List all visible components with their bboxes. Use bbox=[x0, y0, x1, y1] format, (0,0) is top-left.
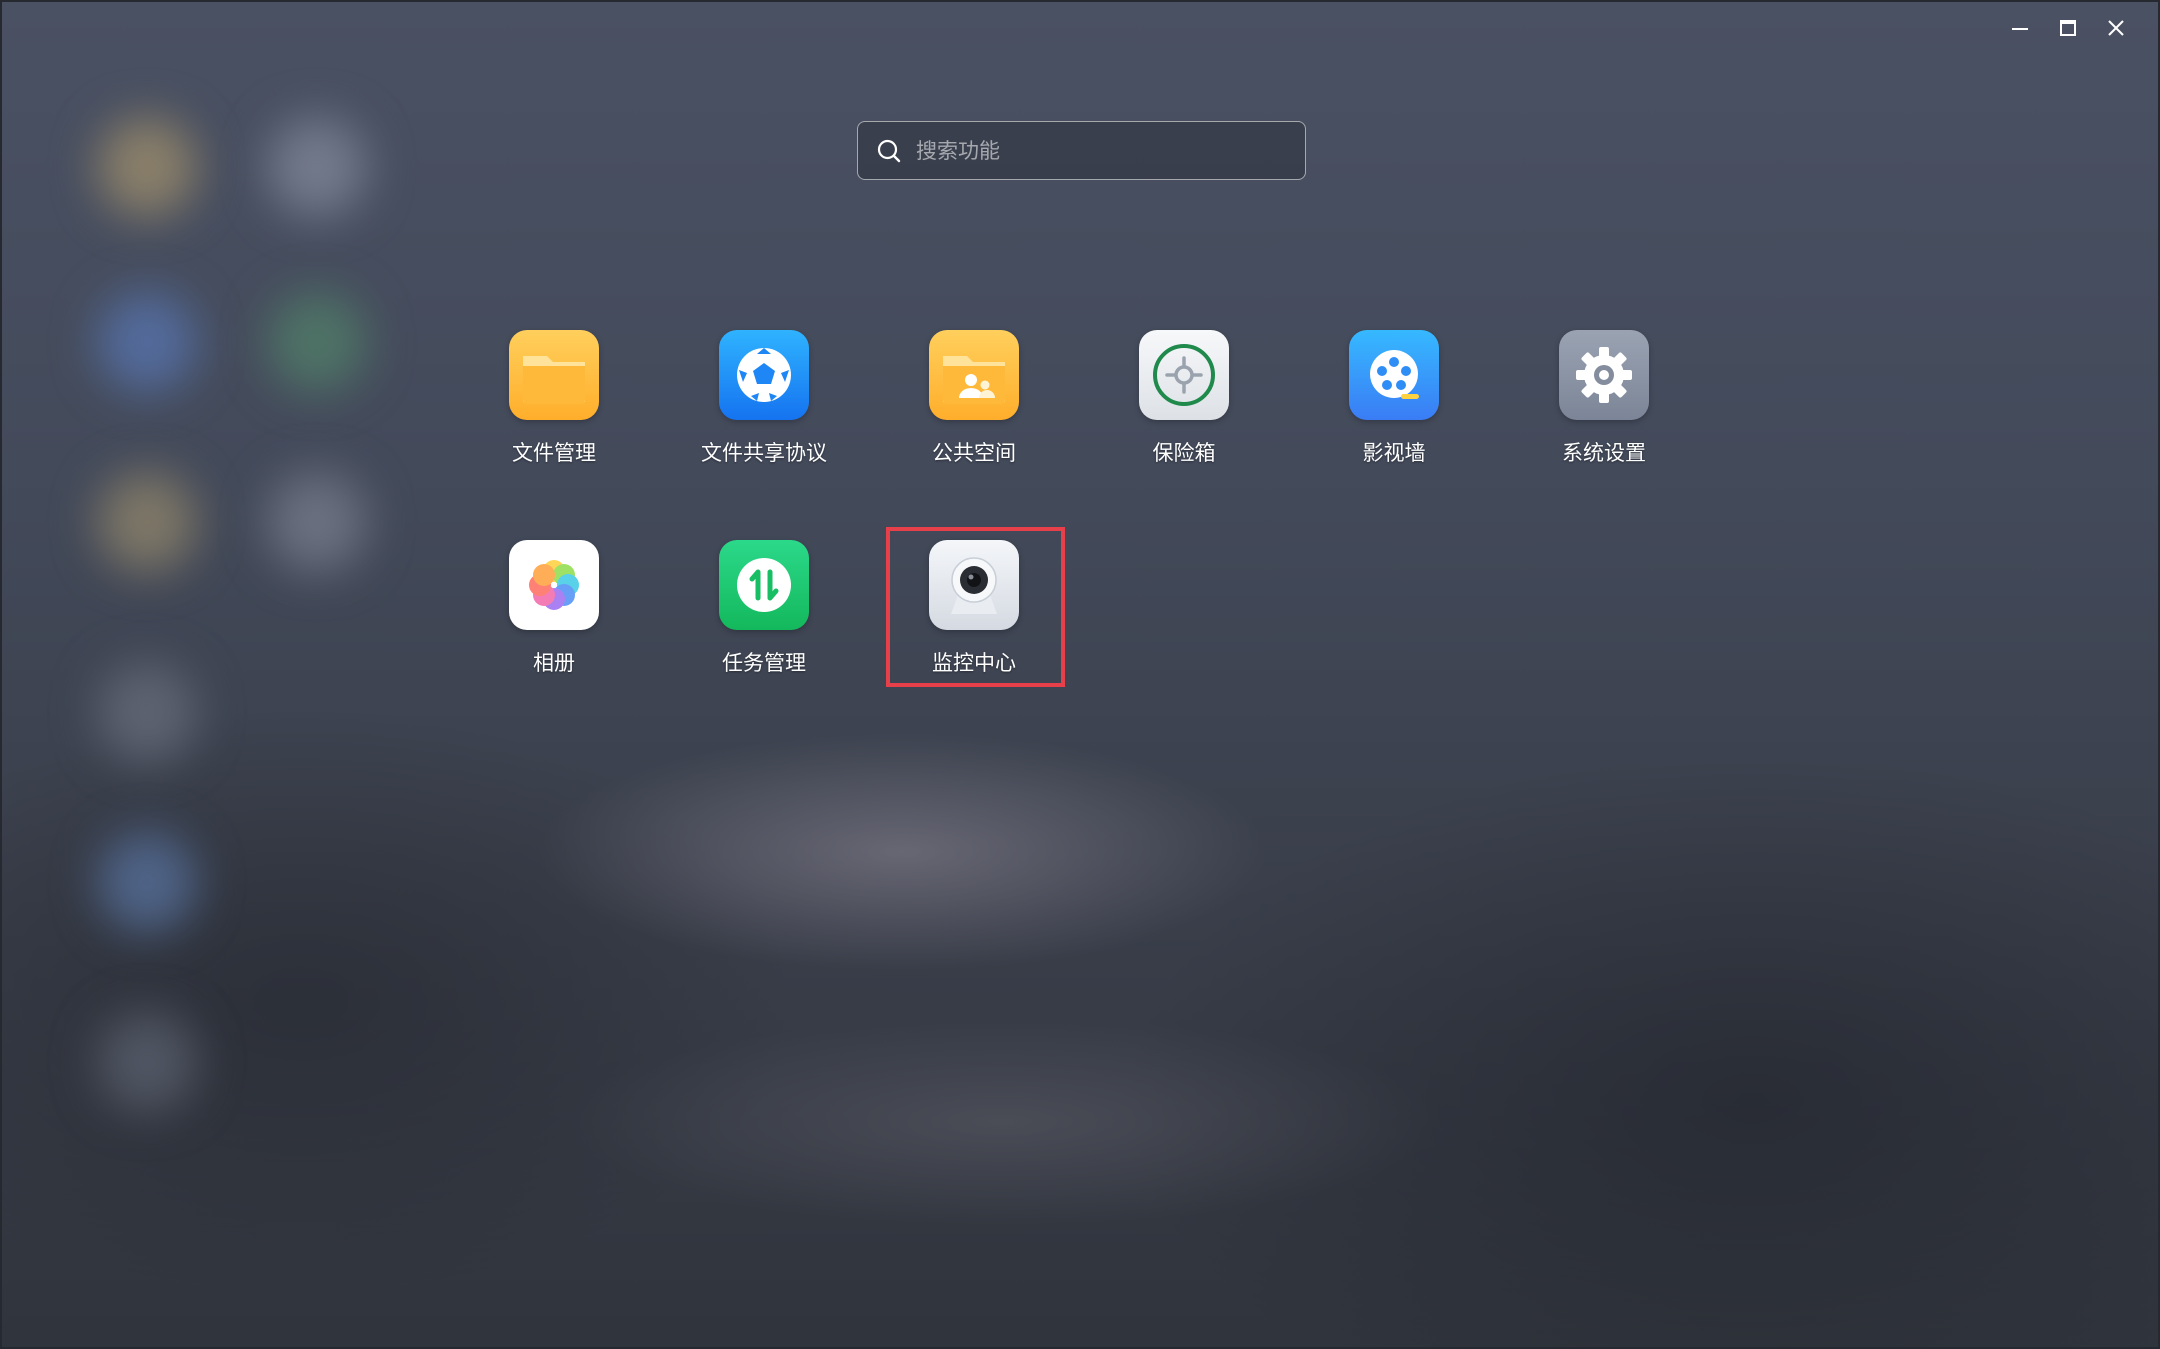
blurred-desktop-icon bbox=[97, 662, 197, 762]
app-photos[interactable]: 相册 bbox=[469, 540, 639, 676]
close-icon bbox=[2108, 20, 2124, 36]
app-system-settings[interactable]: 系统设置 bbox=[1519, 330, 1689, 466]
maximize-button[interactable] bbox=[2048, 12, 2088, 44]
minimize-icon bbox=[2012, 28, 2028, 30]
photos-flower-icon bbox=[509, 540, 599, 630]
blurred-desktop-icon bbox=[267, 117, 367, 217]
close-button[interactable] bbox=[2096, 12, 2136, 44]
app-task-manager[interactable]: 任务管理 bbox=[679, 540, 849, 676]
blurred-desktop-icon bbox=[267, 292, 367, 392]
app-label: 系统设置 bbox=[1562, 441, 1646, 465]
app-label: 文件共享协议 bbox=[701, 441, 827, 465]
blurred-desktop-icon bbox=[97, 472, 197, 572]
search-box[interactable] bbox=[857, 121, 1306, 180]
app-public-space[interactable]: 公共空间 bbox=[889, 330, 1059, 466]
blurred-desktop-icon bbox=[97, 832, 197, 932]
blurred-desktop-icon bbox=[267, 472, 367, 572]
app-label: 文件管理 bbox=[512, 441, 596, 465]
shared-folder-icon bbox=[929, 330, 1019, 420]
app-monitoring-center[interactable]: 监控中心 bbox=[889, 540, 1059, 676]
app-label: 公共空间 bbox=[932, 441, 1016, 465]
gear-icon bbox=[1559, 330, 1649, 420]
camera-icon bbox=[929, 540, 1019, 630]
app-label: 保险箱 bbox=[1152, 441, 1216, 465]
app-file-manager[interactable]: 文件管理 bbox=[469, 330, 639, 466]
folder-icon bbox=[509, 330, 599, 420]
search-icon bbox=[876, 138, 902, 164]
app-file-sharing-protocol[interactable]: 文件共享协议 bbox=[679, 330, 849, 466]
app-label: 相册 bbox=[533, 651, 575, 675]
blurred-desktop-icon bbox=[97, 1012, 197, 1112]
search-input[interactable] bbox=[916, 122, 1305, 179]
blurred-desktop-icon bbox=[97, 292, 197, 392]
app-label: 监控中心 bbox=[932, 651, 1016, 675]
app-label: 任务管理 bbox=[722, 651, 806, 675]
minimize-button[interactable] bbox=[2000, 12, 2040, 44]
blurred-desktop-icon bbox=[97, 117, 197, 217]
app-video-wall[interactable]: 影视墙 bbox=[1309, 330, 1479, 466]
film-reel-icon bbox=[1349, 330, 1439, 420]
transfer-arrows-icon bbox=[719, 540, 809, 630]
app-label: 影视墙 bbox=[1362, 441, 1426, 465]
maximize-icon bbox=[2060, 20, 2076, 36]
app-launcher-window: 文件管理 文件共享协议 公 bbox=[0, 0, 2160, 1349]
window-controls bbox=[2000, 12, 2136, 44]
app-safe[interactable]: 保险箱 bbox=[1099, 330, 1269, 466]
share-protocol-icon bbox=[719, 330, 809, 420]
safe-icon bbox=[1139, 330, 1229, 420]
